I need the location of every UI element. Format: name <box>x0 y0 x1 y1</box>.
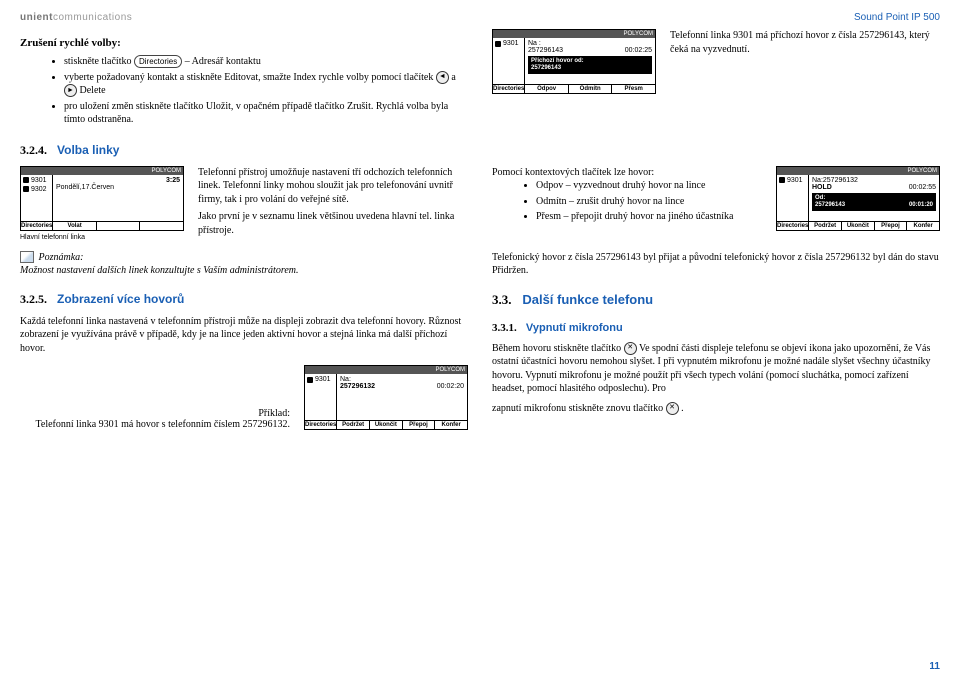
phone2-date: Pondělí,17.Červen <box>56 184 180 191</box>
phone-time: 00:02:25 <box>625 47 652 54</box>
section-331-num: 3.3.1. <box>492 322 517 334</box>
ctx-presm: Přesm – přepojit druhý hovor na jiného ú… <box>536 210 762 224</box>
phone4-sk1[interactable]: Podržet <box>337 421 370 429</box>
section-33-title: 3.3. Další funkce telefonu <box>492 292 940 308</box>
phone3-brand: POLYCOM <box>777 167 939 175</box>
phone2-line1: 9301 <box>31 177 47 184</box>
phone-screenshot-hold: POLYCOM 9301 Na:257296132 HOLD 00:02:55 … <box>776 166 940 231</box>
page-number: 11 <box>929 661 940 672</box>
bullet-2-delete: Delete <box>80 85 106 96</box>
bullet-2-and: a <box>451 72 455 83</box>
phone3-od: Od: <box>815 195 933 202</box>
note-label: Poznámka: <box>39 252 84 263</box>
brand-part2: communications <box>53 12 132 23</box>
phone-incoming-label: Příchozí hovor od: <box>531 58 649 65</box>
ctx-odpov: Odpov – vyzvednout druhý hovor na lince <box>536 179 762 193</box>
phone2-brand: POLYCOM <box>21 167 183 175</box>
incoming-description: Telefonní linka 9301 má příchozí hovor z… <box>670 29 940 56</box>
phone3-sk2[interactable]: Ukončit <box>842 222 875 230</box>
main-line-label: Hlavní telefonní linka <box>20 234 184 241</box>
right-p1: Telefonický hovor z čísla 257296143 byl … <box>492 251 940 278</box>
brand-logo: unientcommunications <box>20 12 940 23</box>
bullet-3: pro uložení změn stiskněte tlačítko Ulož… <box>64 100 468 127</box>
note-text: Možnost nastavení dalších linek konzultu… <box>20 265 299 276</box>
phone3-soft-dir[interactable]: Directories <box>777 222 809 230</box>
mute-icon-2[interactable]: ✕ <box>666 402 679 415</box>
note-icon <box>20 251 34 263</box>
phone-incoming-num: 257296143 <box>531 65 649 72</box>
mute-para2: zapnutí mikrofonu stiskněte znovu tlačít… <box>492 402 940 416</box>
section-324-title: 3.2.4. Volba linky <box>20 143 940 158</box>
phone3-sk3[interactable]: Přepoj <box>875 222 908 230</box>
phone3-t1: 00:02:55 <box>909 184 936 191</box>
phone-number: 257296143 <box>528 47 563 54</box>
arrow-right-icon[interactable]: ► <box>64 84 77 97</box>
example-text: Telefonní linka 9301 má hovor s telefonn… <box>35 419 290 430</box>
bullet-2-text: vyberte požadovaný kontakt a stiskněte E… <box>64 72 436 83</box>
phone2-softkey-volat[interactable]: Volat <box>53 222 97 230</box>
arrow-left-icon[interactable]: ◄ <box>436 71 449 84</box>
section-331-label: Vypnutí mikrofonu <box>526 322 623 334</box>
directories-button[interactable]: Directories <box>134 55 182 68</box>
phone4-line: 9301 <box>315 376 331 383</box>
phone4-sk2[interactable]: Ukončit <box>370 421 403 429</box>
phone4-time: 00:02:20 <box>437 383 464 390</box>
phone4-sk3[interactable]: Přepoj <box>403 421 436 429</box>
section-33-label: Další funkce telefonu <box>522 292 653 307</box>
phone4-num: 257296132 <box>340 383 375 390</box>
phone3-t2: 00:01:20 <box>909 202 933 209</box>
section-324-num: 3.2.4. <box>20 143 47 157</box>
phone3-na: Na:257296132 <box>812 177 858 184</box>
phone-na-label: Na : <box>528 40 652 47</box>
phone4-na: Na: <box>340 376 464 383</box>
section-325-title: 3.2.5. Zobrazení více hovorů <box>20 292 468 307</box>
softkey-directories[interactable]: Directories <box>493 85 525 93</box>
phone4-brand: POLYCOM <box>305 366 467 374</box>
mute-p3b: . <box>681 403 684 414</box>
phone3-sk1[interactable]: Podržet <box>809 222 842 230</box>
ctx-intro: Pomocí kontextových tlačítek lze hovor: <box>492 166 762 180</box>
mute-icon[interactable]: ✕ <box>624 342 637 355</box>
mute-p2a: Během hovoru stiskněte tlačítko <box>492 343 624 354</box>
phone4-soft-dir[interactable]: Directories <box>305 421 337 429</box>
s324-para1: Telefonní přístroj umožňuje nastavení tř… <box>198 166 468 207</box>
phone3-line: 9301 <box>787 177 803 184</box>
device-model: Sound Point IP 500 <box>854 12 940 23</box>
mute-p3a: zapnutí mikrofonu stiskněte znovu tlačít… <box>492 403 666 414</box>
phone-screenshot-incoming: POLYCOM 9301 Na : 257296143 00:02:25 Pří… <box>492 29 656 94</box>
s324-para2: Jako první je v seznamu linek většinou u… <box>198 210 468 237</box>
bullet-1-text-b: – Adresář kontaktu <box>185 56 261 67</box>
mute-para: Během hovoru stiskněte tlačítko ✕ Ve spo… <box>492 342 940 396</box>
phone4-sk4[interactable]: Konfer <box>435 421 467 429</box>
note-block: Poznámka: Možnost nastavení dalších line… <box>20 251 468 278</box>
section-325-num: 3.2.5. <box>20 292 47 306</box>
phone3-num: 257296143 <box>815 202 845 209</box>
softkey-odmitn[interactable]: Odmítn <box>569 85 613 93</box>
section-325-label: Zobrazení více hovorů <box>57 292 184 306</box>
brand-part1: unient <box>20 12 53 23</box>
phone-screenshot-lines: POLYCOM 9301 9302 3:25 Pondělí,17.Červen… <box>20 166 184 231</box>
phone-brand: POLYCOM <box>493 30 655 38</box>
section-33-num: 3.3. <box>492 292 512 307</box>
phone3-sk4[interactable]: Konfer <box>907 222 939 230</box>
phone-line-9301: 9301 <box>503 40 519 47</box>
s325-para: Každá telefonní linka nastavená v telefo… <box>20 315 468 356</box>
phone-screenshot-example: POLYCOM 9301 Na: 257296132 00:02:20 Dire… <box>304 365 468 430</box>
bullet-1-text-a: stiskněte tlačítko <box>64 56 134 67</box>
section-324-label: Volba linky <box>57 143 119 157</box>
ctx-odmitn: Odmítn – zrušit druhý hovor na lince <box>536 195 762 209</box>
phone2-line2: 9302 <box>31 186 47 193</box>
softkey-presm[interactable]: Přesm <box>612 85 655 93</box>
section-331-title: 3.3.1. Vypnutí mikrofonu <box>492 322 940 334</box>
bullet-1: stiskněte tlačítko Directories – Adresář… <box>64 55 468 69</box>
heading-zruseni: Zrušení rychlé volby: <box>20 37 468 49</box>
softkey-odpov[interactable]: Odpov <box>525 85 569 93</box>
phone3-hold: HOLD <box>812 184 832 191</box>
phone2-time: 3:25 <box>56 177 180 184</box>
example-label: Příklad: <box>258 408 290 419</box>
bullet-2: vyberte požadovaný kontakt a stiskněte E… <box>64 71 468 98</box>
phone2-softkey-dir[interactable]: Directories <box>21 222 53 230</box>
